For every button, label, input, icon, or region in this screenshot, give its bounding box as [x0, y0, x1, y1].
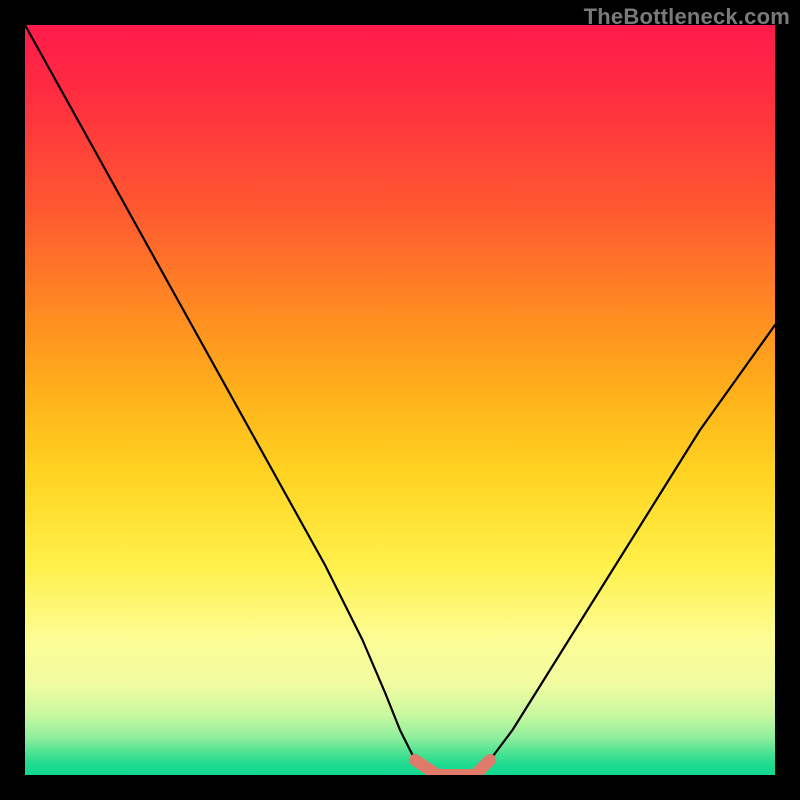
chart-stage: TheBottleneck.com [0, 0, 800, 800]
optimal-range-highlight [415, 760, 490, 775]
bottleneck-curve [25, 25, 775, 775]
curve-path [25, 25, 775, 775]
plot-area [25, 25, 775, 775]
watermark-text: TheBottleneck.com [584, 4, 790, 30]
